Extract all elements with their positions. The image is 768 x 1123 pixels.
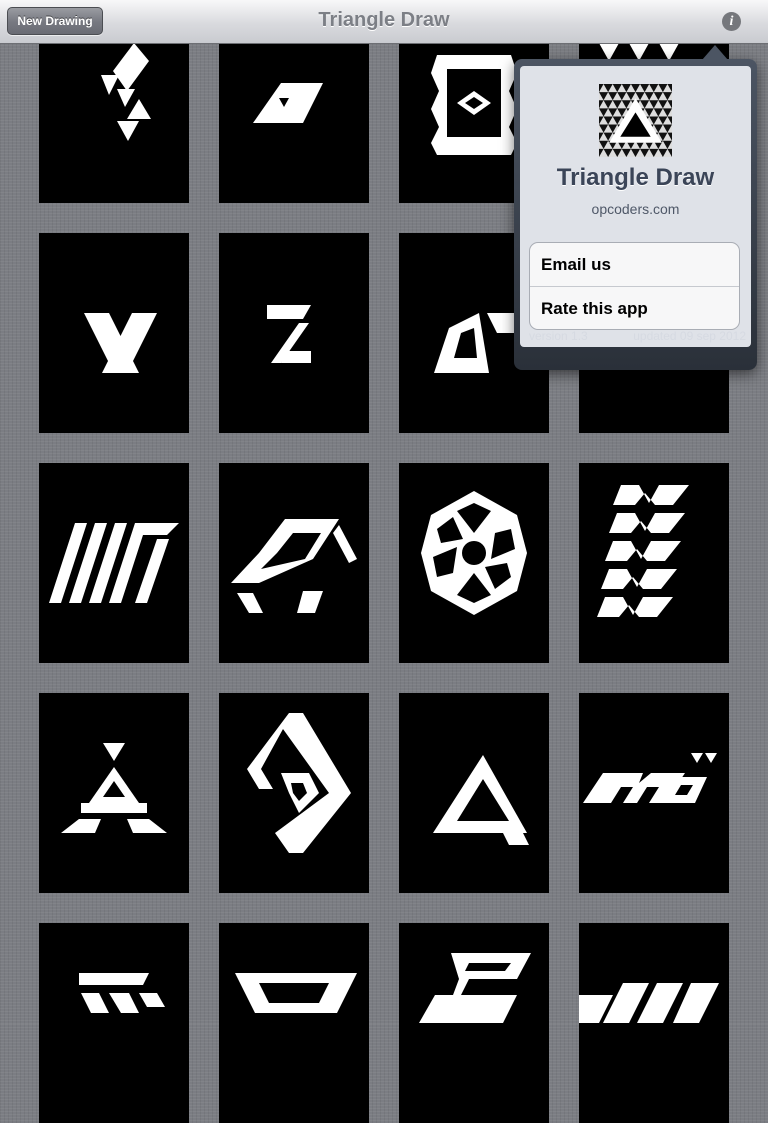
drawing-thumbnail[interactable] <box>39 923 189 1123</box>
popover-arrow <box>702 45 728 60</box>
website-link[interactable]: opcoders.com <box>520 201 751 217</box>
drawing-thumbnail[interactable] <box>579 693 729 893</box>
updated-label: updated 09 sep 2012 <box>633 329 746 343</box>
page-title: Triangle Draw <box>318 9 450 31</box>
version-label: version 1.3 <box>529 329 588 343</box>
email-us-button[interactable]: Email us <box>530 243 739 287</box>
drawing-thumbnail[interactable] <box>39 233 189 433</box>
drawing-thumbnail[interactable] <box>579 463 729 663</box>
about-popover: Triangle Draw opcoders.com Email us Rate… <box>514 59 757 370</box>
drawing-thumbnail[interactable] <box>219 233 369 433</box>
info-icon[interactable]: i <box>722 12 741 31</box>
drawing-thumbnail[interactable] <box>39 463 189 663</box>
drawing-thumbnail[interactable] <box>219 693 369 893</box>
app-name: Triangle Draw <box>556 164 715 191</box>
drawing-thumbnail[interactable] <box>399 693 549 893</box>
rate-app-button[interactable]: Rate this app <box>530 287 739 329</box>
about-panel: Triangle Draw opcoders.com Email us Rate… <box>520 66 751 347</box>
drawing-thumbnail[interactable] <box>399 923 549 1123</box>
action-list: Email us Rate this app <box>529 242 740 330</box>
drawing-thumbnail[interactable] <box>579 923 729 1123</box>
app-icon <box>599 84 672 157</box>
drawing-thumbnail[interactable] <box>219 923 369 1123</box>
drawing-thumbnail[interactable] <box>219 463 369 663</box>
drawing-thumbnail[interactable] <box>399 463 549 663</box>
drawing-thumbnail[interactable] <box>39 693 189 893</box>
version-footer: version 1.3 updated 09 sep 2012 <box>520 325 751 347</box>
navigation-bar: New Drawing Triangle Draw i <box>0 0 768 44</box>
